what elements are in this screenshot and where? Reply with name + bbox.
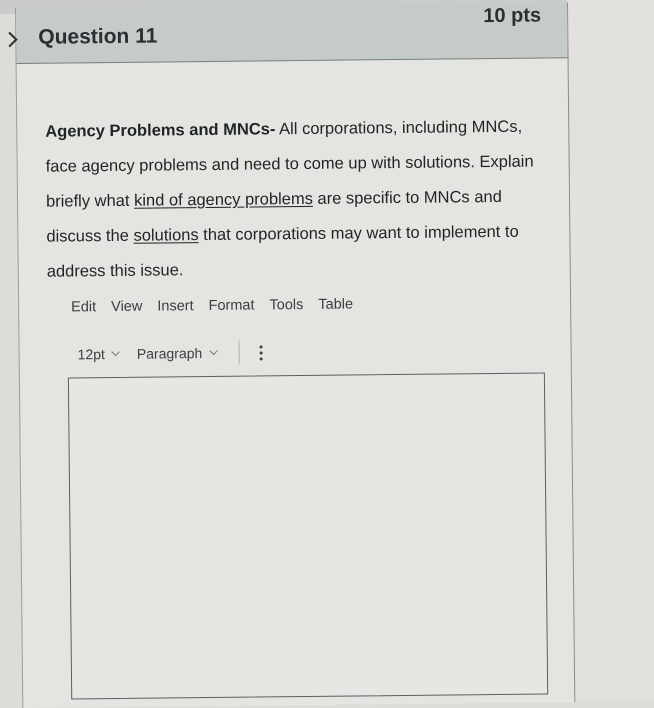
page-background bbox=[567, 0, 654, 700]
question-points: 10 pts bbox=[483, 4, 542, 28]
font-size-select[interactable]: 12pt bbox=[77, 346, 121, 363]
question-header: Question 11 10 pts bbox=[2, 2, 568, 64]
menu-view[interactable]: View bbox=[111, 299, 142, 315]
block-format-value: Paragraph bbox=[136, 345, 203, 362]
menu-edit[interactable]: Edit bbox=[71, 299, 96, 315]
question-card: Question 11 10 pts Agency Problems and M… bbox=[2, 2, 576, 708]
editor-toolbar: 12pt Paragraph bbox=[78, 340, 267, 366]
block-format-select[interactable]: Paragraph bbox=[136, 345, 218, 362]
menu-table[interactable]: Table bbox=[318, 296, 353, 312]
prompt-bold-lead: Agency Problems and MNCs- bbox=[45, 120, 276, 141]
question-title: Question 11 bbox=[38, 24, 158, 49]
chevron-down-icon bbox=[209, 346, 218, 356]
editor-menubar: Edit View Insert Format Tools Table bbox=[71, 296, 353, 315]
prompt-underline: solutions bbox=[133, 226, 199, 245]
prompt-underline: kind of agency problems bbox=[133, 189, 314, 210]
more-options-icon[interactable] bbox=[255, 343, 266, 362]
chevron-down-icon bbox=[111, 347, 121, 357]
font-size-value: 12pt bbox=[77, 346, 105, 363]
question-prompt: Agency Problems and MNCs- All corporatio… bbox=[45, 110, 542, 290]
menu-insert[interactable]: Insert bbox=[157, 298, 193, 314]
menu-tools[interactable]: Tools bbox=[269, 297, 303, 313]
chevron-right-icon[interactable] bbox=[2, 31, 18, 48]
toolbar-divider bbox=[238, 340, 240, 365]
answer-text-area[interactable] bbox=[67, 372, 549, 700]
menu-format[interactable]: Format bbox=[208, 298, 254, 314]
